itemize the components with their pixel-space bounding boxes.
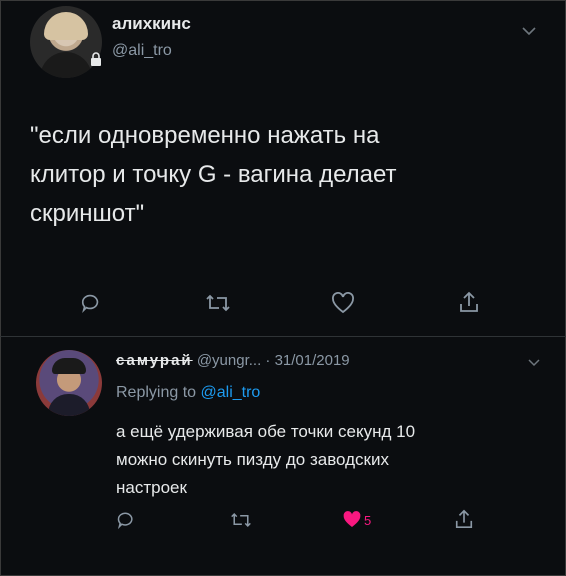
share-icon[interactable] [458, 290, 480, 314]
reply-handle-date[interactable]: @yungr... · 31/01/2019 [197, 352, 350, 369]
chevron-down-icon[interactable] [528, 358, 540, 367]
heart-icon[interactable] [331, 292, 355, 314]
reply-text: а ещё удерживая обе точки секунд 10 можн… [116, 422, 416, 497]
replying-label: Replying to [116, 384, 197, 401]
reply-author-name[interactable]: самурай [116, 352, 193, 369]
replying-to-line: Replying to @ali_tro [116, 384, 260, 402]
reply-author-avatar[interactable] [36, 350, 102, 416]
divider [0, 336, 566, 337]
avatar-body [40, 52, 92, 78]
avatar-hair [52, 358, 86, 374]
tweet-text: "если одновременно нажать на клитор и то… [30, 122, 397, 227]
avatar-hair [44, 12, 88, 40]
replying-mention-link[interactable]: @ali_tro [201, 384, 261, 401]
share-icon[interactable] [454, 508, 474, 530]
avatar-shirt [48, 394, 90, 416]
lock-icon [91, 52, 101, 66]
retweet-icon[interactable] [205, 292, 231, 314]
reply-header: самурай @yungr... · 31/01/2019 [116, 352, 350, 369]
retweet-icon[interactable] [230, 510, 252, 530]
author-avatar[interactable] [30, 6, 102, 78]
author-handle[interactable]: @ali_tro [112, 42, 172, 60]
like-count: 5 [364, 513, 372, 528]
chevron-down-icon[interactable] [522, 26, 536, 36]
reply-icon[interactable] [80, 292, 102, 314]
author-name[interactable]: алихкинс [112, 14, 191, 34]
heart-icon[interactable] [342, 510, 362, 529]
reply-icon[interactable] [116, 510, 136, 530]
